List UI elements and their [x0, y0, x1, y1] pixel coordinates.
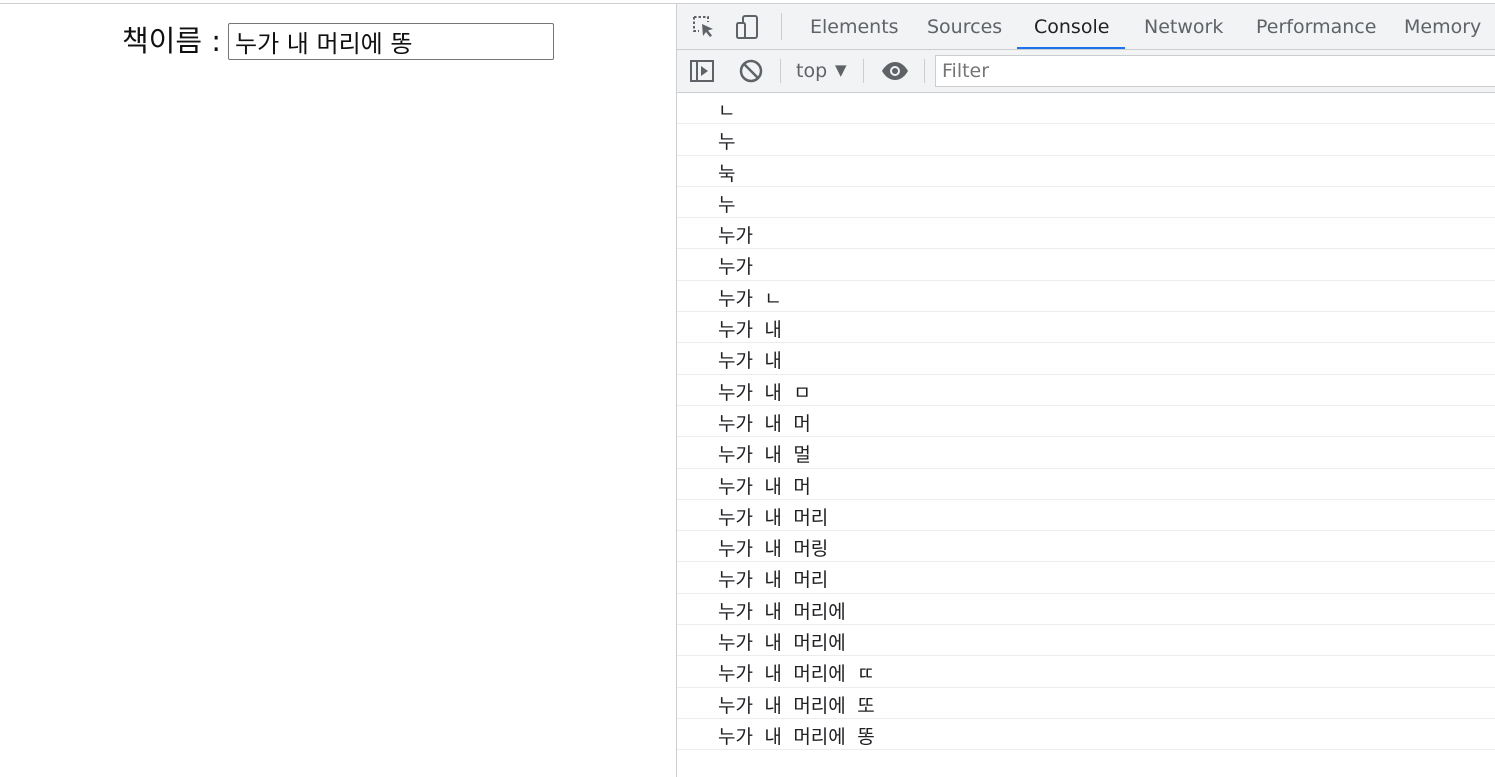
live-expression-eye-icon[interactable] — [880, 58, 908, 84]
console-log-row: 누가 내 ㅁ — [677, 375, 1495, 406]
tabbar-separator — [781, 13, 782, 40]
console-log-text: 누가 내 머리에 또 — [718, 694, 875, 717]
console-log-row: 누가 내 — [677, 343, 1495, 375]
console-log-text: 누가 — [718, 225, 753, 248]
book-name-label: 책이름 : — [122, 24, 222, 58]
book-name-input[interactable] — [228, 23, 554, 60]
tab-sources[interactable]: Sources — [927, 4, 1002, 49]
console-log-text: 누가 내 머 — [718, 475, 811, 498]
console-log-row: 누가 내 머리에 ㄸ — [677, 656, 1495, 688]
console-filter-input[interactable] — [935, 55, 1495, 87]
console-log-text: 누가 — [718, 256, 753, 279]
page-content: 책이름 : — [0, 0, 676, 777]
console-log-row: 누가 내 머리에 똥 — [677, 719, 1495, 751]
console-log-text: 누가 내 ㅁ — [718, 381, 811, 404]
devtools-panel: Elements Sources Console Network Perform… — [676, 4, 1495, 777]
console-log-text: 누가 내 — [718, 350, 782, 373]
console-log-row: 누가 — [677, 218, 1495, 250]
console-log-text: 누 — [718, 131, 736, 154]
console-log-text: 누가 내 멀 — [718, 444, 811, 467]
console-log-text: 누가 내 머 — [718, 412, 811, 435]
tab-memory[interactable]: Memory — [1404, 4, 1481, 49]
tab-network[interactable]: Network — [1144, 4, 1223, 49]
console-log-row: 눅 — [677, 156, 1495, 187]
console-log-text: 누가 ㄴ — [718, 287, 782, 310]
console-log-row: 누가 ㄴ — [677, 281, 1495, 313]
console-log-text: ㄴ — [718, 100, 736, 122]
tab-performance[interactable]: Performance — [1256, 4, 1376, 49]
console-log-text: 눅 — [718, 162, 736, 185]
console-log-text: 누가 내 머리 — [718, 569, 829, 592]
console-log-row: 누가 내 머리 — [677, 562, 1495, 594]
console-log-row: 누가 내 — [677, 312, 1495, 344]
console-log-text: 누가 내 머링 — [718, 538, 829, 561]
toolbar-separator-3 — [924, 59, 925, 83]
console-log-row: 누가 내 머 — [677, 406, 1495, 438]
console-log-row: ㄴ — [677, 93, 1495, 125]
tab-console[interactable]: Console — [1034, 4, 1109, 49]
toolbar-separator — [780, 59, 781, 83]
console-log-text: 누가 내 머리에 ㄸ — [718, 663, 875, 686]
context-dropdown-arrow-icon[interactable]: ▼ — [835, 50, 847, 92]
device-toolbar-icon[interactable] — [735, 14, 761, 40]
console-log-text: 누 — [718, 193, 736, 216]
console-toolbar: top ▼ — [677, 50, 1495, 93]
inspect-element-icon[interactable] — [691, 14, 717, 40]
console-log-text: 누가 내 머리에 — [718, 632, 846, 655]
console-log-text: 누가 내 — [718, 319, 782, 342]
console-log-row: 누가 내 머리에 또 — [677, 688, 1495, 719]
console-output: ㄴ 누 눅 누 누가 누가 누가 ㄴ 누가 내 누가 내 누가 내 ㅁ 누가 내 머 누가 내 멀 누가… — [677, 93, 1495, 777]
console-log-text: 누가 내 머리에 — [718, 600, 846, 623]
show-sidebar-icon[interactable] — [689, 58, 715, 84]
clear-console-icon[interactable] — [738, 58, 764, 84]
console-log-row: 누가 내 머리에 — [677, 594, 1495, 626]
devtools-tabbar: Elements Sources Console Network Perform… — [677, 4, 1495, 50]
execution-context-select[interactable]: top — [796, 50, 827, 92]
console-log-row: 누가 내 머링 — [677, 531, 1495, 563]
active-tab-indicator — [1017, 47, 1125, 49]
toolbar-separator-2 — [863, 59, 864, 83]
tab-elements[interactable]: Elements — [810, 4, 899, 49]
console-log-row: 누가 — [677, 249, 1495, 281]
console-log-row: 누 — [677, 187, 1495, 219]
console-log-row: 누가 내 머리에 — [677, 625, 1495, 657]
console-log-row: 누가 내 머리 — [677, 500, 1495, 532]
console-log-text: 누가 내 머리 — [718, 506, 829, 529]
console-log-row: 누 — [677, 124, 1495, 156]
console-log-row: 누가 내 멀 — [677, 437, 1495, 469]
console-log-text: 누가 내 머리에 똥 — [718, 725, 875, 748]
console-log-row: 누가 내 머 — [677, 469, 1495, 500]
